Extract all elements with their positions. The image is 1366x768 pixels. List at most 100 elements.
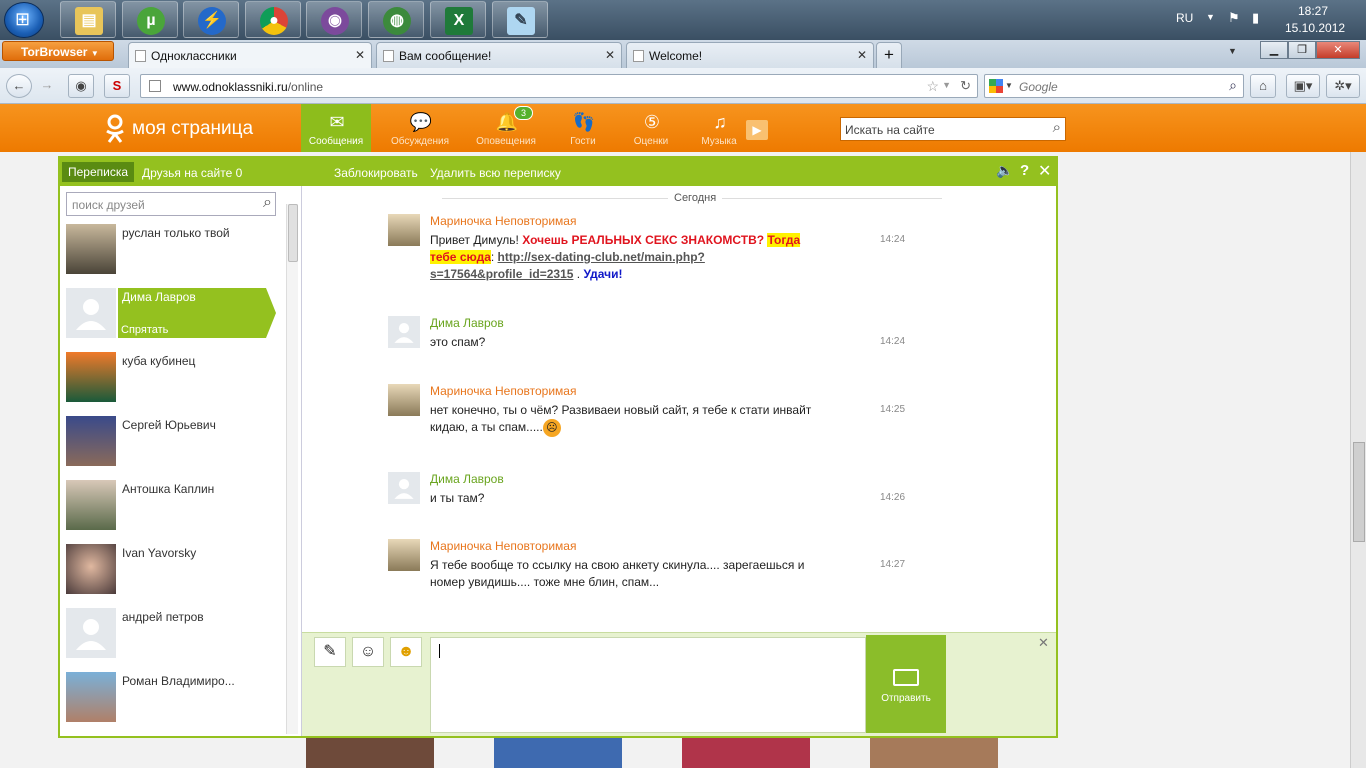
block-link[interactable]: Заблокировать (334, 166, 418, 180)
windows-taskbar: ⊞ ▤ µ ⚡ ● ◉ ◍ X ✎ RU ▼ ⚑ ▮ 18:27 15.10.2… (0, 0, 1366, 40)
forward-icon[interactable]: → (34, 74, 60, 98)
folder-icon: ▤ (75, 7, 103, 35)
home-icon[interactable]: ⌂ (1250, 74, 1276, 98)
taskbar-utorrent[interactable]: µ (122, 1, 178, 38)
nav-messages[interactable]: ✉ Сообщения (301, 104, 371, 152)
message-author[interactable]: Мариночка Неповторимая (430, 539, 576, 553)
tab-welcome[interactable]: Welcome! ✕ (626, 42, 874, 68)
site-icon (149, 80, 161, 92)
avatar[interactable] (388, 539, 420, 571)
contact-item[interactable]: андрей петров (66, 608, 276, 660)
avatar (66, 416, 116, 466)
start-button[interactable]: ⊞ (4, 2, 44, 38)
send-button[interactable]: Отправить (866, 635, 946, 733)
selection-arrow (266, 288, 276, 338)
message-author[interactable]: Мариночка Неповторимая (430, 384, 576, 398)
sound-icon[interactable]: 🔈 (996, 162, 1013, 179)
contact-item[interactable]: Антошка Каплин (66, 480, 276, 532)
search-engine-box[interactable]: ▼ Google ⌕ (984, 74, 1244, 98)
help-icon[interactable]: ? (1020, 162, 1029, 179)
close-window-button[interactable]: ✕ (1316, 41, 1360, 59)
tab-title: Одноклассники (151, 49, 237, 63)
close-compose-icon[interactable]: ✕ (1038, 635, 1049, 651)
default-avatar-icon[interactable] (388, 472, 420, 504)
default-avatar-icon[interactable] (388, 316, 420, 348)
taskbar-notes[interactable]: ✎ (492, 1, 548, 38)
close-icon[interactable]: ✕ (1038, 161, 1051, 181)
pencil-icon[interactable]: ✎ (314, 637, 346, 667)
avatar (66, 672, 116, 722)
taskbar-chrome[interactable]: ● (245, 1, 301, 38)
site-search-input[interactable]: Искать на сайте ⌕ (840, 117, 1066, 141)
nav-music[interactable]: ♫ Музыка (684, 104, 754, 152)
contact-item[interactable]: Сергей Юрьевич (66, 416, 276, 468)
message-input[interactable] (430, 637, 866, 733)
contact-item[interactable]: Ivan Yavorsky (66, 544, 276, 596)
ok-logo[interactable]: моя страница (104, 114, 253, 144)
text-part: Привет Димуль! (430, 233, 523, 247)
message-text: Привет Димуль! Хочешь РЕАЛЬНЫХ СЕКС ЗНАК… (430, 232, 830, 283)
close-tab-icon[interactable]: ✕ (857, 48, 867, 62)
search-icon[interactable]: ⌕ (263, 194, 272, 212)
search-icon[interactable]: ⌕ (1229, 77, 1237, 94)
back-icon[interactable]: ← (6, 74, 32, 98)
reload-icon[interactable]: ↻ (960, 78, 971, 94)
page-scrollbar[interactable] (1350, 152, 1366, 768)
onion-icon[interactable]: ◉ (68, 74, 94, 98)
taskbar-globe[interactable]: ◍ (368, 1, 424, 38)
nav-guests[interactable]: 👣 Гости (548, 104, 618, 152)
new-tab-button[interactable]: + (876, 42, 902, 68)
tab-list-icon[interactable]: ▼ (1228, 46, 1237, 56)
addon-icon[interactable]: ✲▾ (1326, 74, 1360, 98)
nav-ratings[interactable]: ⑤ Оценки (616, 104, 686, 152)
google-icon[interactable] (989, 79, 1003, 93)
url-history-icon[interactable]: ▼ (942, 80, 951, 90)
avatar[interactable] (388, 384, 420, 416)
close-tab-icon[interactable]: ✕ (605, 48, 615, 62)
feed-photo[interactable] (306, 738, 434, 768)
hide-link[interactable]: Спрятать (121, 324, 168, 336)
play-icon[interactable]: ▶ (746, 120, 768, 140)
bookmark-star-icon[interactable]: ☆ (926, 78, 939, 95)
torbrowser-menu-button[interactable]: TorBrowser ▼ (2, 41, 114, 61)
delete-all-link[interactable]: Удалить всю переписку (430, 166, 561, 180)
engine-dropdown-icon[interactable]: ▼ (1005, 81, 1013, 90)
tab-conversations[interactable]: Переписка (62, 162, 135, 182)
windows-logo-icon: ⊞ (15, 9, 31, 29)
feed-photo[interactable] (870, 738, 998, 768)
contact-item[interactable]: куба кубинец (66, 352, 276, 404)
tab-message[interactable]: Вам сообщение! ✕ (376, 42, 622, 68)
tab-friends-online[interactable]: Друзья на сайте 0 (142, 166, 242, 180)
page-icon (633, 50, 644, 62)
close-tab-icon[interactable]: ✕ (355, 48, 365, 62)
feed-photo[interactable] (494, 738, 622, 768)
friend-search-input[interactable]: поиск друзей ⌕ (66, 192, 276, 216)
nav-label: Гости (570, 136, 596, 147)
smiley-icon[interactable]: ☻ (390, 637, 422, 667)
contact-item[interactable]: руслан только твой (66, 224, 276, 276)
message-author[interactable]: Мариночка Неповторимая (430, 214, 576, 228)
address-bar[interactable]: www.odnoklassniki.ru/online ☆ ▼ ↻ (140, 74, 978, 98)
nav-discussions[interactable]: 💬 Обсуждения (385, 104, 455, 152)
feed-photo[interactable] (682, 738, 810, 768)
contact-item[interactable]: Роман Владимиро... (66, 672, 276, 724)
search-icon[interactable]: ⌕ (1053, 119, 1061, 136)
contact-item-selected[interactable]: Дима Лавров Спрятать (66, 288, 276, 340)
maximize-button[interactable]: ❐ (1288, 41, 1316, 59)
envelope-icon (893, 669, 919, 686)
scroll-thumb[interactable] (1353, 442, 1365, 542)
avatar[interactable] (388, 214, 420, 246)
sticker-icon[interactable]: ☺ (352, 637, 384, 667)
noscript-icon[interactable]: S (104, 74, 130, 98)
taskbar-excel[interactable]: X (430, 1, 486, 38)
taskbar-flash[interactable]: ⚡ (183, 1, 239, 38)
message-author[interactable]: Дима Лавров (430, 472, 504, 486)
taskbar-explorer[interactable]: ▤ (60, 1, 116, 38)
message-author[interactable]: Дима Лавров (430, 316, 504, 330)
tab-odnoklassniki[interactable]: Одноклассники ✕ (128, 42, 372, 68)
minimize-button[interactable]: ▁ (1260, 41, 1288, 59)
bookmarks-icon[interactable]: ▣▾ (1286, 74, 1320, 98)
scroll-thumb[interactable] (288, 204, 298, 262)
contacts-scrollbar[interactable] (286, 204, 298, 734)
taskbar-tor[interactable]: ◉ (306, 1, 362, 38)
